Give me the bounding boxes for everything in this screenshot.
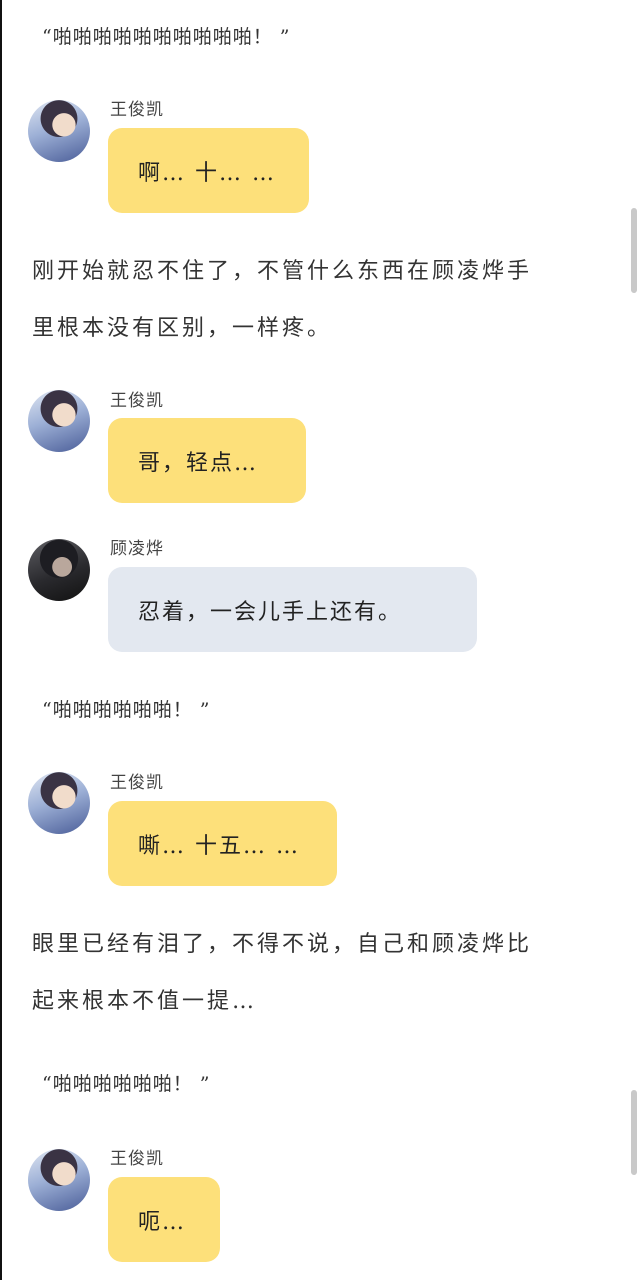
message-bubble[interactable]: 嘶… 十五… … <box>108 801 337 886</box>
scrollbar-thumb[interactable] <box>631 1090 637 1175</box>
narration-line: 眼里已经有泪了，不得不说，自己和顾凌烨比 <box>32 932 533 957</box>
message-text: 啊… 十… … <box>138 160 276 186</box>
sound-effect-quote: “啪啪啪啪啪啪啪啪啪啪！ ” <box>42 26 291 48</box>
narration-paragraph: 刚开始就忍不住了，不管什么东西在顾凌烨手 里根本没有区别，一样疼。 <box>32 243 612 357</box>
narration-line: 起来根本不值一提… <box>32 989 258 1014</box>
message-bubble[interactable]: 哥，轻点… <box>108 418 306 503</box>
message-text: 忍着，一会儿手上还有。 <box>138 599 403 625</box>
wang-avatar[interactable] <box>28 100 90 162</box>
speaker-name: 顾凌烨 <box>110 539 164 559</box>
scrollbar-thumb[interactable] <box>631 208 637 293</box>
wang-avatar[interactable] <box>28 390 90 452</box>
wang-avatar[interactable] <box>28 772 90 834</box>
message-text: 呃… <box>138 1209 187 1235</box>
speaker-name: 王俊凯 <box>110 773 164 793</box>
wang-avatar[interactable] <box>28 1149 90 1211</box>
speaker-name: 王俊凯 <box>110 1149 164 1169</box>
narration-paragraph: 眼里已经有泪了，不得不说，自己和顾凌烨比 起来根本不值一提… <box>32 916 612 1030</box>
sound-effect-quote: “啪啪啪啪啪啪！ ” <box>42 1073 211 1095</box>
sound-effect-quote: “啪啪啪啪啪啪！ ” <box>42 699 211 721</box>
message-bubble[interactable]: 啊… 十… … <box>108 128 309 213</box>
speaker-name: 王俊凯 <box>110 391 164 411</box>
message-text: 嘶… 十五… … <box>138 833 300 859</box>
speaker-name: 王俊凯 <box>110 100 164 120</box>
message-bubble[interactable]: 忍着，一会儿手上还有。 <box>108 567 477 652</box>
message-bubble[interactable]: 呃… <box>108 1177 220 1262</box>
narration-line: 里根本没有区别，一样疼。 <box>32 316 333 341</box>
gu-avatar[interactable] <box>28 539 90 601</box>
narration-line: 刚开始就忍不住了，不管什么东西在顾凌烨手 <box>32 259 533 284</box>
message-text: 哥，轻点… <box>138 450 259 476</box>
window-left-border <box>0 0 2 1280</box>
